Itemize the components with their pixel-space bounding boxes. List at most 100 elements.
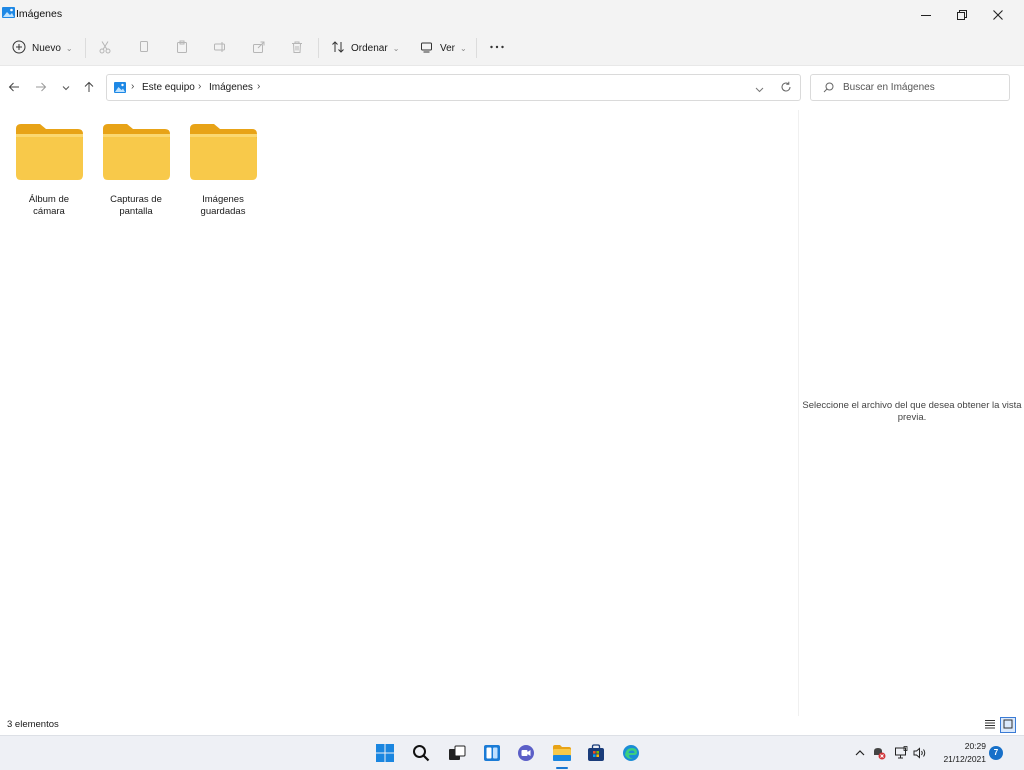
breadcrumb-separator: › [198,81,202,92]
security-alert-icon [872,746,886,763]
breadcrumb-pictures[interactable]: Imágenes [209,82,253,93]
minimize-button[interactable] [908,0,944,30]
taskbar-search-button[interactable] [409,742,433,766]
windows-start-icon [376,743,394,765]
show-hidden-icons-button[interactable] [852,746,868,762]
chat-button[interactable] [514,742,538,766]
share-icon [252,40,266,57]
sort-button-label: Ordenar [351,42,388,54]
close-button[interactable] [980,0,1016,30]
chevron-down-icon [62,81,70,95]
item-count: 3 elementos [7,719,59,730]
paste-button[interactable] [175,34,189,62]
back-button[interactable] [4,78,24,98]
view-button-label: Ver [440,42,456,54]
close-icon [993,10,1003,20]
widgets-button[interactable] [480,742,504,766]
chevron-down-icon: ⌄ [65,43,73,53]
file-explorer-icon [552,744,572,765]
recent-locations-button[interactable] [56,78,76,98]
edge-browser-button[interactable] [619,742,643,766]
chat-icon [517,744,535,765]
refresh-icon [780,81,792,96]
divider [476,38,477,58]
folder-label: Imágenes guardadas [200,194,246,217]
more-icon [489,40,505,57]
security-tray-button[interactable] [871,746,887,762]
arrow-up-icon [83,81,95,96]
search-box[interactable]: Buscar en Imágenes [810,74,1010,101]
active-app-indicator [556,767,568,769]
volume-tray-button[interactable] [912,746,928,762]
microsoft-store-icon [587,743,605,765]
navigation-bar: › Este equipo › Imágenes › Buscar en Imá… [0,66,1024,110]
restore-button[interactable] [944,0,980,30]
delete-icon [290,40,304,57]
chevron-up-icon [855,747,865,761]
breadcrumb-separator: › [257,81,261,92]
refresh-button[interactable] [780,81,792,96]
divider [318,38,319,58]
cut-button[interactable] [98,34,112,62]
pictures-app-icon [2,7,15,18]
chevron-down-icon [755,83,764,97]
large-icons-view-button[interactable] [1000,717,1016,733]
search-icon [412,744,430,765]
new-button[interactable]: Nuevo ⌄ [12,34,73,62]
edge-icon [622,744,640,765]
chevron-down-icon: ⌄ [392,43,400,53]
details-view-button[interactable] [982,717,998,733]
network-icon [894,745,908,763]
search-icon [823,82,834,96]
folder-label: Álbum de cámara [28,194,70,217]
details-view-icon [985,718,995,732]
restore-icon [957,10,967,20]
share-button[interactable] [252,34,266,62]
delete-button[interactable] [290,34,304,62]
large-icons-view-icon [1003,718,1013,732]
rename-icon [213,40,227,57]
add-icon [12,40,26,57]
window-title: Imágenes [16,8,63,20]
arrow-left-icon [8,81,20,96]
rename-button[interactable] [213,34,227,62]
clock-date: 21/12/2021 [943,754,986,764]
preview-pane: Seleccione el archivo del que desea obte… [798,110,1024,716]
search-input[interactable]: Buscar en Imágenes [843,82,935,93]
chevron-down-icon: ⌄ [460,43,467,53]
taskbar: 20:29 21/12/2021 7 [0,735,1024,770]
cut-icon [98,40,112,57]
minimize-icon [921,10,931,20]
speaker-icon [913,746,927,763]
copy-button[interactable] [137,34,151,62]
divider [85,38,86,58]
start-button[interactable] [373,742,397,766]
sort-icon [331,40,345,57]
microsoft-store-button[interactable] [584,742,608,766]
more-options-button[interactable] [489,34,505,62]
up-button[interactable] [79,78,99,98]
breadcrumb-separator: › [131,81,135,92]
file-explorer-button[interactable] [550,742,574,766]
folder-item-saved-pictures[interactable]: Imágenes guardadas [183,124,263,224]
file-list[interactable]: Álbum de cámara Capturas de pantalla Imá… [0,110,798,716]
arrow-right-icon [35,81,47,96]
widgets-icon [483,744,501,765]
notification-badge[interactable]: 7 [989,746,1003,760]
view-button[interactable]: Ver ⌄ [420,34,467,62]
network-tray-button[interactable] [893,745,909,763]
address-bar[interactable]: › Este equipo › Imágenes › [106,74,801,101]
task-view-button[interactable] [445,742,469,766]
forward-button[interactable] [31,78,51,98]
folder-label: Capturas de pantalla [110,194,162,217]
pictures-folder-icon [114,82,126,93]
sort-button[interactable]: Ordenar ⌄ [331,34,399,62]
paste-icon [175,40,189,57]
breadcrumb-this-pc[interactable]: Este equipo [142,82,195,93]
folder-item-camera-roll[interactable]: Álbum de cámara [9,124,89,224]
folder-item-screenshots[interactable]: Capturas de pantalla [96,124,176,224]
command-bar: Nuevo ⌄ Ordenar ⌄ Ver ⌄ [0,30,1024,66]
status-bar: 3 elementos [0,716,1024,735]
copy-icon [137,40,151,57]
address-history-button[interactable] [755,83,764,97]
